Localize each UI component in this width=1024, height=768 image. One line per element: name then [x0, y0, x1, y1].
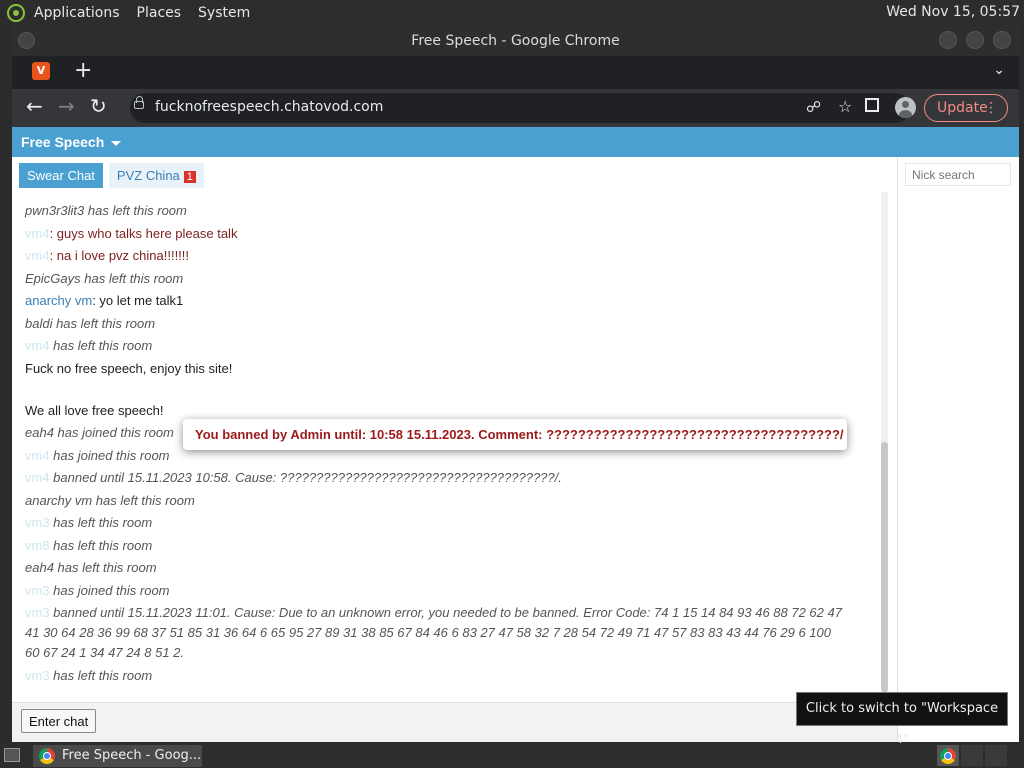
- workspace-1[interactable]: [937, 745, 959, 766]
- chat-footer: Enter chat: [12, 702, 897, 742]
- window-menu-button[interactable]: [18, 32, 35, 49]
- update-button[interactable]: Update ⋮: [924, 94, 1008, 122]
- new-tab-button[interactable]: +: [74, 58, 92, 84]
- message: pwn3r3lit3 has left this room: [25, 203, 187, 218]
- user-list-sidebar: [897, 157, 1019, 742]
- message: vm3 has left this room: [25, 667, 153, 683]
- maximize-button[interactable]: [966, 31, 984, 49]
- message-nick[interactable]: vm4: [25, 448, 50, 463]
- message: EpicGays has left this room: [25, 270, 184, 286]
- tab-search-chevron-icon[interactable]: ⌄: [993, 62, 1005, 78]
- minimize-button[interactable]: [939, 31, 957, 49]
- chrome-icon: [39, 748, 55, 764]
- close-button[interactable]: [993, 31, 1011, 49]
- message: Fuck no free speech, enjoy this site!: [25, 360, 233, 376]
- top-panel: Applications Places System Wed Nov 15, 0…: [0, 0, 1024, 25]
- taskbar-item-chrome[interactable]: Free Speech - Goog...: [33, 745, 202, 767]
- message-nick[interactable]: vm3: [25, 583, 50, 598]
- menu-system[interactable]: System: [198, 5, 250, 21]
- message: anarchy vm: yo let me talk1: [25, 293, 184, 308]
- bookmark-star-icon[interactable]: ☆: [838, 97, 852, 116]
- taskbar-item-label: Free Speech - Goog...: [62, 748, 202, 763]
- message-nick[interactable]: vm4: [25, 470, 50, 485]
- workspace-2[interactable]: [961, 745, 983, 766]
- nick-search-input[interactable]: [905, 163, 1011, 186]
- message: vm3 has joined this room: [25, 582, 170, 598]
- message: baldi has left this room: [25, 315, 156, 331]
- workspace-tooltip: Click to switch to "Workspace 4": [796, 692, 1008, 748]
- menu-places[interactable]: Places: [137, 5, 182, 21]
- forward-arrow-icon[interactable]: →: [58, 96, 75, 116]
- scrollbar-thumb[interactable]: [881, 442, 888, 692]
- url-text[interactable]: fucknofreespeech.chatovod.com: [155, 99, 383, 115]
- chat-title-dropdown[interactable]: Free Speech: [21, 134, 104, 150]
- message-nick[interactable]: vm3: [25, 515, 50, 530]
- tab-label: Swear Chat: [27, 168, 95, 183]
- message: eah4 has left this room: [25, 560, 157, 575]
- ban-notification[interactable]: You banned by Admin until: 10:58 15.11.2…: [183, 419, 847, 450]
- message: anarchy vm has left this room: [25, 492, 195, 508]
- address-bar[interactable]: fucknofreespeech.chatovod.com ☍ ☆: [130, 93, 910, 123]
- tab-favicon-icon[interactable]: V: [32, 62, 50, 80]
- browser-toolbar: ← → ↻ fucknofreespeech.chatovod.com ☍ ☆ …: [12, 89, 1019, 127]
- tab-bar: V + ⌄: [12, 56, 1019, 89]
- workspace-3[interactable]: [985, 745, 1007, 766]
- profile-avatar-icon[interactable]: [895, 97, 916, 118]
- message-nick[interactable]: vm3: [25, 668, 50, 683]
- chat-header: Free Speech: [12, 127, 1019, 157]
- chrome-icon: [940, 748, 956, 764]
- side-panel-icon[interactable]: [865, 98, 879, 112]
- message-nick[interactable]: vm4: [25, 338, 50, 353]
- tab-label: PVZ China: [116, 168, 180, 183]
- more-menu-icon[interactable]: ⋮: [984, 95, 998, 121]
- message: We all love free speech!: [25, 402, 164, 418]
- lock-icon[interactable]: [134, 96, 144, 109]
- reload-icon[interactable]: ↻: [90, 96, 107, 116]
- update-label: Update: [937, 100, 988, 116]
- caret-down-icon[interactable]: [111, 140, 122, 146]
- message: vm4: guys who talks here please talk: [25, 225, 238, 241]
- window-title: Free Speech - Google Chrome: [411, 33, 620, 49]
- tab-swear-chat[interactable]: Swear Chat: [19, 163, 103, 188]
- message: vm8 has left this room: [25, 537, 153, 553]
- message-nick[interactable]: vm4: [25, 248, 50, 263]
- message-nick[interactable]: anarchy vm: [25, 293, 92, 308]
- message-nick[interactable]: vm8: [25, 538, 50, 553]
- message-nick[interactable]: vm4: [25, 226, 50, 241]
- window-titlebar[interactable]: Free Speech - Google Chrome: [12, 26, 1019, 56]
- enter-chat-button[interactable]: Enter chat: [21, 709, 97, 733]
- share-icon[interactable]: ☍: [806, 98, 821, 116]
- show-desktop-icon[interactable]: [4, 748, 20, 762]
- bottom-panel: Free Speech - Goog...: [0, 743, 1024, 768]
- unread-badge: 1: [183, 171, 196, 183]
- browser-window: Free Speech - Google Chrome V + ⌄ ← → ↻ …: [12, 26, 1019, 742]
- distro-logo-icon[interactable]: [7, 3, 25, 22]
- room-tabs: Swear Chat PVZ China 1: [19, 163, 204, 188]
- message: vm4 banned until 15.11.2023 10:58. Cause…: [25, 470, 562, 485]
- clock[interactable]: Wed Nov 15, 05:57: [886, 4, 1020, 20]
- tab-pvz-china[interactable]: PVZ China 1: [108, 163, 204, 188]
- back-arrow-icon[interactable]: ←: [26, 96, 43, 116]
- message-nick[interactable]: vm3: [25, 605, 50, 620]
- menu-applications[interactable]: Applications: [34, 5, 120, 21]
- message: vm3 has left this room: [25, 515, 153, 530]
- message: vm4 has left this room: [25, 338, 153, 353]
- message: vm3 banned until 15.11.2023 11:01. Cause…: [25, 605, 842, 660]
- message: vm4: na i love pvz china!!!!!!!: [25, 248, 190, 263]
